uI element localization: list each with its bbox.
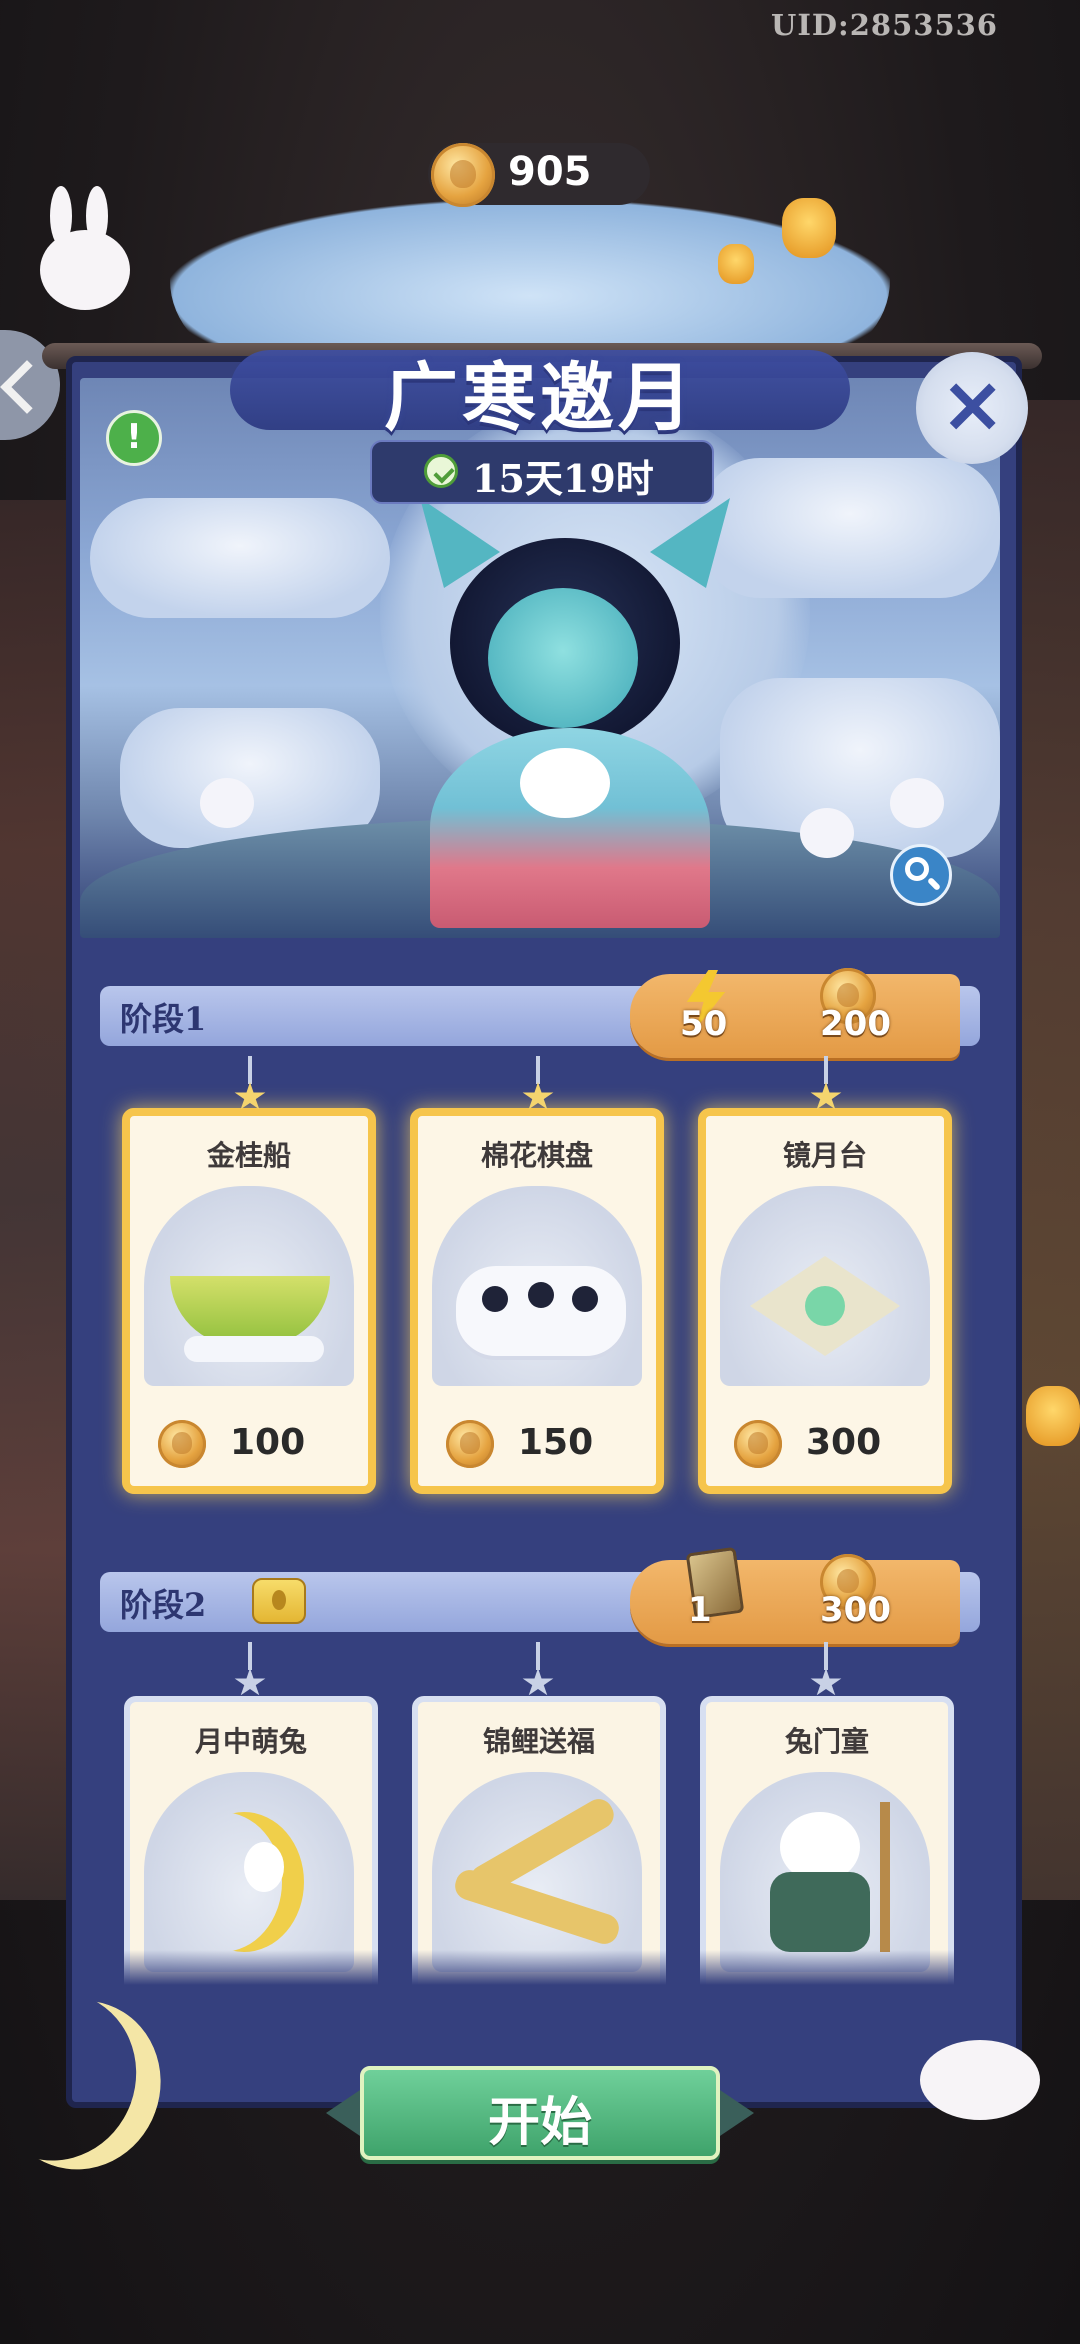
uid-label: UID:2853536 bbox=[771, 8, 998, 42]
item-card[interactable]: 镜月台 300 bbox=[698, 1056, 952, 1494]
rabbit-illustration bbox=[200, 778, 254, 828]
lock-icon bbox=[252, 1578, 306, 1624]
item-card[interactable]: 棉花棋盘 150 bbox=[410, 1056, 664, 1494]
stage-label: 阶段1 bbox=[120, 1000, 207, 1038]
currency-counter: 905 bbox=[428, 143, 650, 207]
stage-1-bar: 阶段1 50 200 bbox=[100, 968, 980, 1058]
mooncake-coin-icon bbox=[734, 1420, 782, 1468]
info-button[interactable]: ! bbox=[106, 410, 162, 466]
item-image bbox=[720, 1186, 930, 1386]
lantern-decoration bbox=[782, 198, 836, 258]
item-name: 月中萌兔 bbox=[194, 1725, 307, 1758]
item-name: 镜月台 bbox=[782, 1139, 867, 1172]
event-timer: 15天19时 bbox=[370, 440, 714, 504]
cost-value: 100 bbox=[230, 1422, 306, 1463]
cloud-illustration bbox=[90, 498, 390, 618]
coin-reward: 300 bbox=[820, 1590, 891, 1630]
rabbit-illustration bbox=[800, 808, 854, 858]
stage-label: 阶段2 bbox=[120, 1586, 207, 1624]
item-name: 锦鲤送福 bbox=[482, 1725, 595, 1758]
mooncake-coin-icon bbox=[446, 1420, 494, 1468]
event-title: 广寒邀月 bbox=[384, 355, 696, 441]
cloud-illustration bbox=[700, 458, 1000, 598]
event-title-plaque: 广寒邀月 bbox=[230, 330, 850, 450]
bunny-illustration bbox=[520, 748, 610, 818]
sleeping-bunny-decoration bbox=[920, 2040, 1040, 2120]
item-cost: 100 bbox=[158, 1416, 358, 1476]
bunny-decoration bbox=[40, 230, 130, 310]
stage-2-bar: 阶段2 1 300 bbox=[100, 1546, 980, 1644]
magnify-icon[interactable] bbox=[890, 844, 952, 906]
item-image bbox=[432, 1772, 642, 1972]
start-button-label: 开始 bbox=[487, 2092, 592, 2153]
cost-value: 300 bbox=[806, 1422, 882, 1463]
close-button[interactable]: × bbox=[916, 352, 1028, 464]
item-image bbox=[432, 1186, 642, 1386]
item-name: 兔门童 bbox=[784, 1725, 869, 1758]
cost-value: 150 bbox=[518, 1422, 594, 1463]
coin-reward: 200 bbox=[820, 1004, 891, 1044]
item-cost: 150 bbox=[446, 1416, 646, 1476]
timer-text: 15天19时 bbox=[472, 456, 654, 501]
start-button[interactable]: 开始 bbox=[360, 2066, 720, 2160]
bunny-ear-decoration bbox=[86, 186, 108, 246]
close-icon: × bbox=[940, 360, 1006, 450]
currency-amount: 905 bbox=[508, 149, 592, 195]
item-name: 棉花棋盘 bbox=[480, 1139, 593, 1172]
stage-2-reward[interactable]: 1 300 bbox=[630, 1546, 960, 1644]
item-name: 金桂船 bbox=[206, 1139, 291, 1172]
item-card[interactable]: 金桂船 100 bbox=[122, 1056, 376, 1494]
rabbit-illustration bbox=[890, 778, 944, 828]
stage-1-reward[interactable]: 50 200 bbox=[630, 968, 960, 1058]
mooncake-coin-icon bbox=[158, 1420, 206, 1468]
lantern-decoration bbox=[718, 244, 754, 284]
item-image bbox=[144, 1772, 354, 1972]
clock-icon bbox=[424, 454, 458, 488]
item-image bbox=[720, 1772, 930, 1972]
item-cost: 300 bbox=[734, 1416, 934, 1476]
energy-reward: 50 bbox=[680, 1004, 728, 1044]
character-illustration bbox=[410, 498, 730, 928]
item-image bbox=[144, 1186, 354, 1386]
bunny-ear-decoration bbox=[50, 186, 72, 246]
card-reward: 1 bbox=[688, 1590, 712, 1630]
lantern-decoration bbox=[1026, 1386, 1080, 1446]
mooncake-coin-icon bbox=[431, 143, 495, 207]
